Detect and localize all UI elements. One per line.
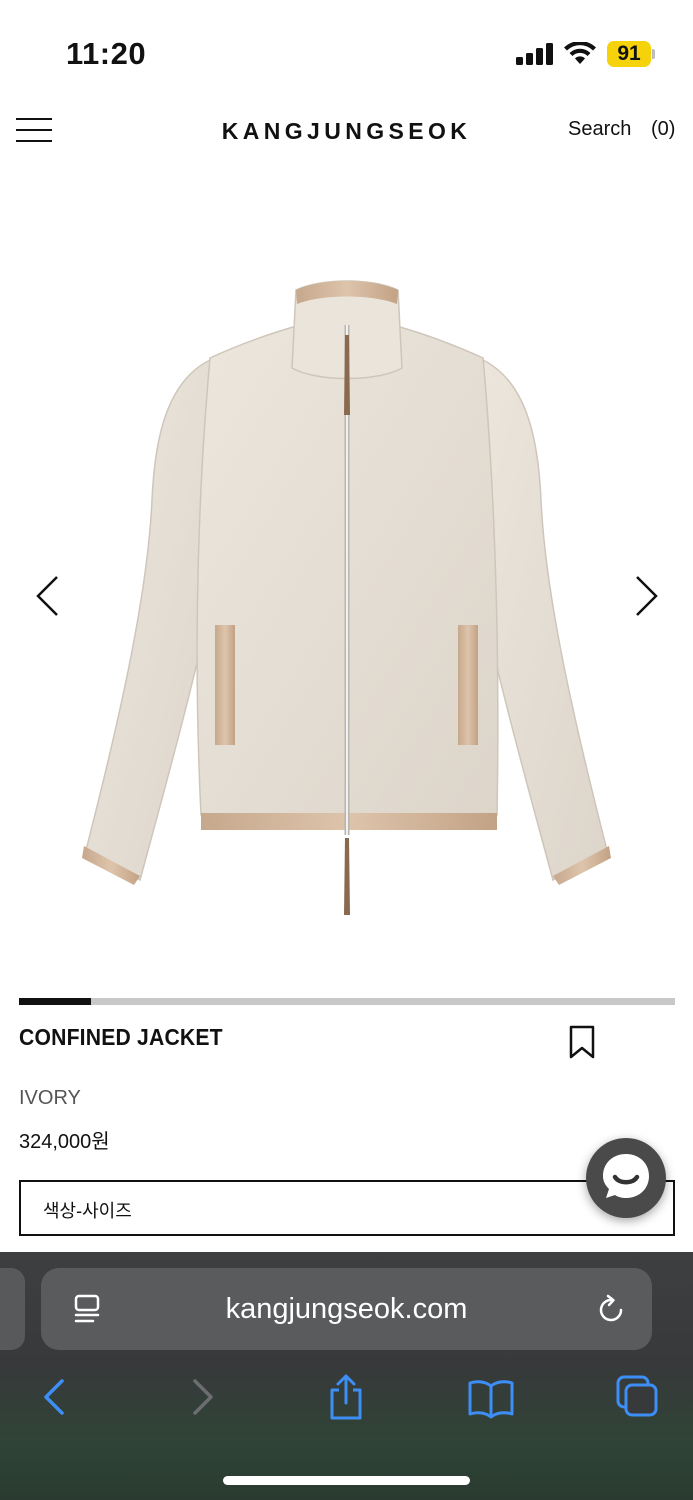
battery-level: 91 xyxy=(607,41,651,67)
reload-icon[interactable] xyxy=(594,1292,628,1326)
chat-icon xyxy=(603,1154,649,1198)
search-link[interactable]: Search xyxy=(568,118,631,141)
cart-count-link[interactable]: (0) xyxy=(651,118,675,141)
share-icon[interactable] xyxy=(321,1372,371,1422)
back-icon[interactable] xyxy=(29,1372,79,1422)
status-time: 11:20 xyxy=(66,36,147,71)
image-slider-progress-fill xyxy=(19,998,92,1005)
product-price: 324,000원 xyxy=(19,1131,110,1153)
browser-toolbar: kangjungseok.com xyxy=(0,1252,693,1500)
address-bar[interactable]: kangjungseok.com xyxy=(41,1268,652,1350)
color-size-select-label: 색상-사이즈 xyxy=(43,1201,132,1221)
product-name: CONFINED JACKET xyxy=(19,1024,223,1050)
bookmarks-icon[interactable] xyxy=(466,1372,516,1422)
wifi-icon xyxy=(564,42,596,64)
url-text: kangjungseok.com xyxy=(225,1293,468,1325)
image-slider-progress xyxy=(19,998,675,1005)
chat-button[interactable] xyxy=(586,1138,666,1218)
previous-tab-preview[interactable] xyxy=(0,1268,25,1350)
chevron-right-icon[interactable] xyxy=(626,572,666,620)
product-color: IVORY xyxy=(19,1087,81,1109)
product-image xyxy=(82,280,611,915)
forward-icon[interactable] xyxy=(178,1372,228,1422)
bookmark-icon[interactable] xyxy=(568,1024,596,1062)
status-bar: 11:20 91 xyxy=(0,0,693,100)
battery-indicator: 91 xyxy=(607,41,655,67)
tabs-icon[interactable] xyxy=(612,1372,662,1422)
home-indicator xyxy=(223,1476,470,1485)
color-size-select[interactable]: 색상-사이즈 xyxy=(19,1180,675,1236)
site-header: KANGJUNGSEOK Search (0) xyxy=(0,100,693,164)
chevron-left-icon[interactable] xyxy=(28,572,68,620)
cellular-signal-icon xyxy=(516,43,554,65)
